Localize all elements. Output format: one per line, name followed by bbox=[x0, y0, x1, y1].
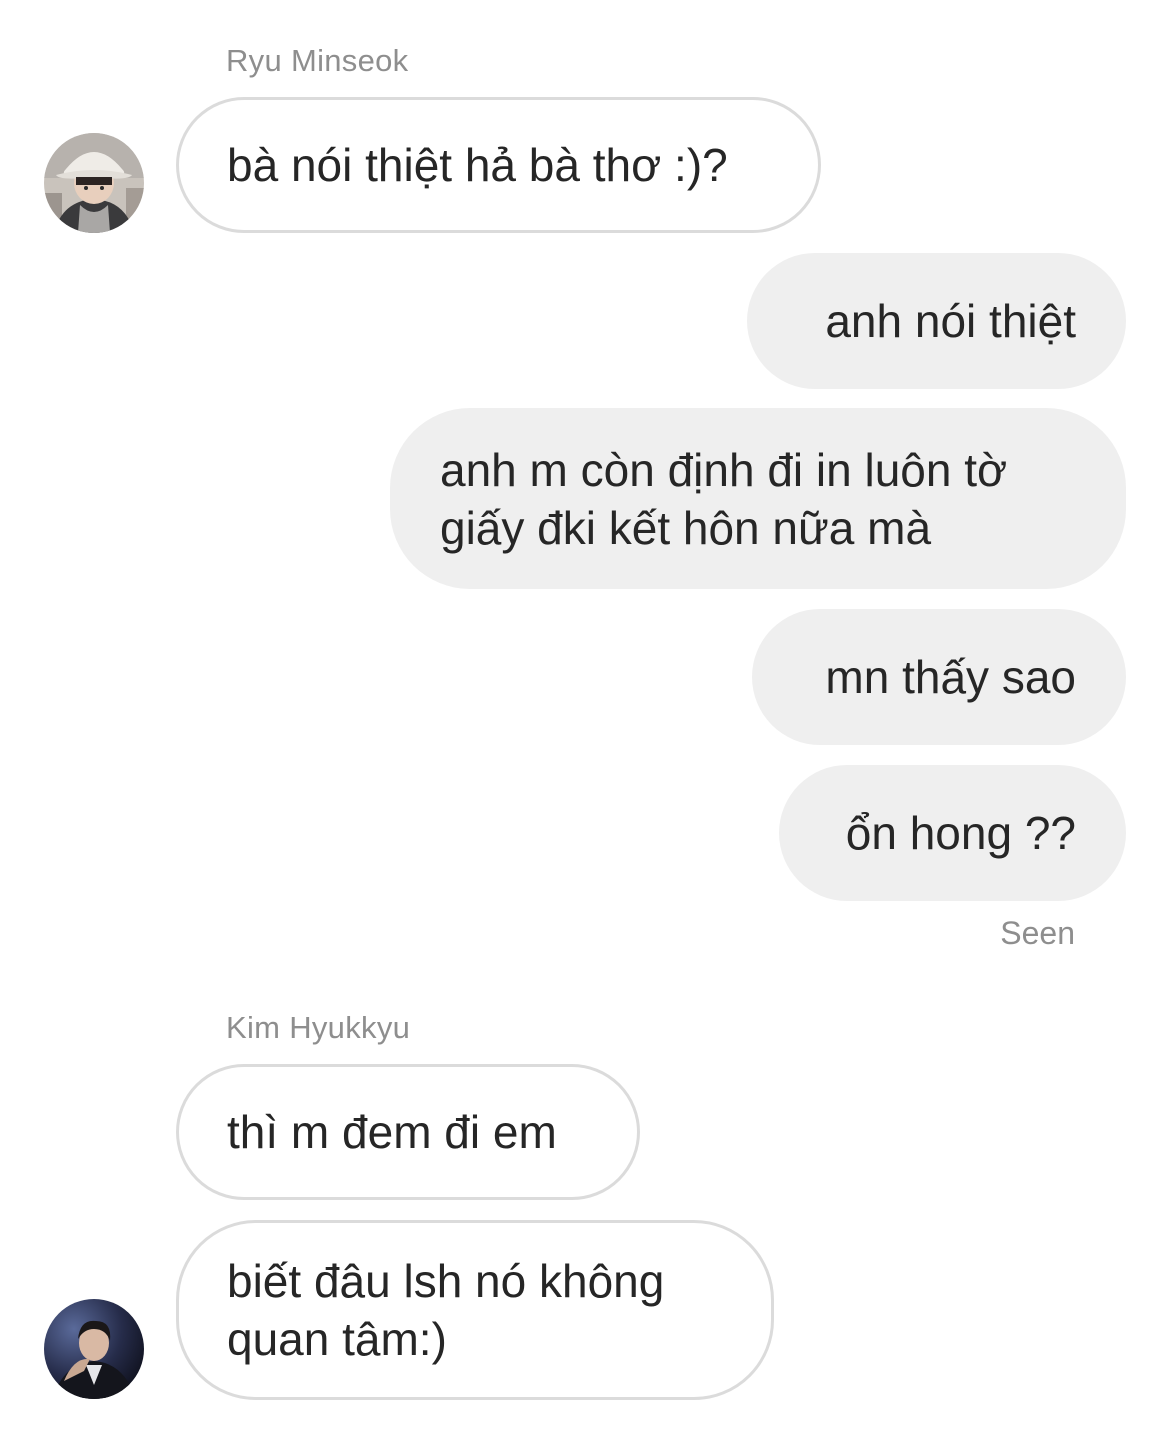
message-bubble-outgoing[interactable]: anh m còn định đi in luôn tờ giấy đki kế… bbox=[390, 408, 1126, 589]
message-bubble-outgoing[interactable]: mn thấy sao bbox=[752, 609, 1126, 745]
avatar-ryu-minseok[interactable] bbox=[44, 133, 144, 233]
message-bubble-incoming[interactable]: biết đâu lsh nó không quan tâm:) bbox=[176, 1220, 774, 1400]
message-bubble-outgoing[interactable]: ổn hong ?? bbox=[779, 765, 1126, 901]
sender-name-kim-hyukkyu: Kim Hyukkyu bbox=[226, 1010, 411, 1045]
seen-status: Seen bbox=[1000, 915, 1075, 951]
user-photo-icon bbox=[44, 133, 144, 233]
user-photo-icon bbox=[44, 1299, 144, 1399]
sender-name-ryu-minseok: Ryu Minseok bbox=[226, 43, 409, 78]
avatar-kim-hyukkyu[interactable] bbox=[44, 1299, 144, 1399]
message-bubble-incoming[interactable]: thì m đem đi em bbox=[176, 1064, 640, 1200]
message-bubble-incoming[interactable]: bà nói thiệt hả bà thơ :)? bbox=[176, 97, 821, 233]
message-bubble-outgoing[interactable]: anh nói thiệt bbox=[747, 253, 1126, 389]
